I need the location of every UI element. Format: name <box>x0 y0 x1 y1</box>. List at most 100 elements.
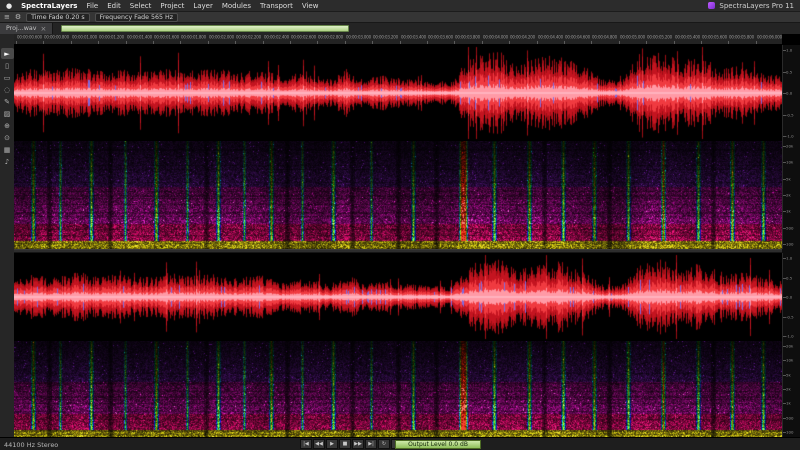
waveform-scale[interactable]: 1.00.50.0-0.5-1.0 <box>782 45 800 141</box>
project-tab[interactable]: Proj...wav × <box>0 23 53 35</box>
ruler-label: 00:00:02.400 <box>264 35 289 40</box>
window-title-text: SpectraLayers Pro 11 <box>719 2 794 10</box>
ruler-label: 00:00:04.000 <box>483 35 508 40</box>
sample-rate-text: 44100 Hz Stereo <box>4 441 58 449</box>
spectralayers-window: ● SpectraLayers File Edit Select Project Lay… <box>0 0 800 450</box>
eraser-tool-icon[interactable]: ▨ <box>1 108 14 119</box>
menu-select[interactable]: Select <box>130 2 152 10</box>
ruler-label: 00:00:05.800 <box>729 35 754 40</box>
frequency-selection-tool-icon[interactable]: ▭ <box>1 72 14 83</box>
scale-label: 0.0 <box>786 295 792 300</box>
time-fade-field[interactable]: Time Fade 0.20 s <box>26 13 90 22</box>
scale-label: 10k <box>786 161 793 166</box>
ruler-tick <box>180 41 181 44</box>
menu-file[interactable]: File <box>86 2 98 10</box>
fast-forward-button[interactable]: ▶▶ <box>352 439 364 449</box>
go-to-end-button[interactable]: ▶| <box>365 439 377 449</box>
stop-button[interactable]: ■ <box>339 439 351 449</box>
scale-label: 0.0 <box>786 91 792 96</box>
scale-label: 5k <box>786 373 791 378</box>
output-level-text: Output Level 0.0 dB <box>408 441 468 448</box>
ruler-label: 00:00:05.200 <box>647 35 672 40</box>
ruler-label: 00:00:03.400 <box>401 35 426 40</box>
waveform-display-channel-2[interactable] <box>14 253 782 341</box>
brush-tool-icon[interactable]: ✎ <box>1 96 14 107</box>
scale-label: -0.5 <box>786 315 794 320</box>
ruler-tick <box>290 41 291 44</box>
ruler-tick <box>16 41 17 44</box>
close-tab-icon[interactable]: × <box>40 25 46 33</box>
ruler-label: 00:00:04.200 <box>510 35 535 40</box>
ruler-tick <box>564 41 565 44</box>
scale-label: 1k <box>786 210 791 215</box>
ruler-label: 00:00:04.800 <box>592 35 617 40</box>
time-selection-tool-icon[interactable]: ▯ <box>1 60 14 71</box>
scale-label: 1k <box>786 402 791 407</box>
ruler-tick <box>427 41 428 44</box>
ruler-tick <box>126 41 127 44</box>
waveform-display-channel-1[interactable] <box>14 45 782 141</box>
scale-label: -0.5 <box>786 113 794 118</box>
ruler-tick <box>756 41 757 44</box>
transform-tool-icon[interactable]: ► <box>1 48 14 59</box>
time-ruler[interactable]: 00:00:00.60000:00:00.80000:00:01.00000:0… <box>14 34 782 45</box>
hamburger-menu-icon[interactable]: ≡ <box>4 13 10 21</box>
ruler-tick <box>454 41 455 44</box>
zoom-tool-icon[interactable]: ⊙ <box>1 132 14 143</box>
level-meter-bar <box>61 25 349 32</box>
waveform-scale[interactable]: 1.00.50.0-0.5-1.0 <box>782 253 800 341</box>
scale-label: -1.0 <box>786 334 794 339</box>
menu-modules[interactable]: Modules <box>222 2 251 10</box>
scale-label: -1.0 <box>786 134 794 139</box>
menu-edit[interactable]: Edit <box>107 2 121 10</box>
ruler-tick <box>646 41 647 44</box>
ruler-label: 00:00:04.400 <box>538 35 563 40</box>
spectrogram-scale[interactable]: 20k10k5k2k1k500100 <box>782 341 800 437</box>
pan-tool-icon[interactable]: ▦ <box>1 144 14 155</box>
scale-label: 5k <box>786 177 791 182</box>
menu-transport[interactable]: Transport <box>260 2 293 10</box>
ruler-label: 00:00:03.600 <box>428 35 453 40</box>
scale-label: 500 <box>786 226 793 231</box>
scale-label: 2k <box>786 387 791 392</box>
ruler-label: 00:00:00.600 <box>17 35 42 40</box>
menu-app-name[interactable]: SpectraLayers <box>21 2 77 10</box>
scale-label: 500 <box>786 416 793 421</box>
ruler-tick <box>509 41 510 44</box>
clone-stamp-tool-icon[interactable]: ⊕ <box>1 120 14 131</box>
app-icon <box>708 2 715 9</box>
menu-project[interactable]: Project <box>160 2 184 10</box>
ruler-label: 00:00:01.200 <box>99 35 124 40</box>
playback-tool-icon[interactable]: ♪ <box>1 156 14 167</box>
macos-menu-bar: ● SpectraLayers File Edit Select Project Lay… <box>0 0 800 11</box>
ruler-tick <box>153 41 154 44</box>
spectrogram-display-channel-2[interactable] <box>14 341 782 437</box>
go-to-start-button[interactable]: |◀ <box>300 439 312 449</box>
spectrogram-scale[interactable]: 20k10k5k2k1k500100 <box>782 141 800 249</box>
ruler-tick <box>71 41 72 44</box>
output-level-meter: Output Level 0.0 dB <box>395 440 481 449</box>
ruler-label: 00:00:03.200 <box>373 35 398 40</box>
rewind-button[interactable]: ◀◀ <box>313 439 325 449</box>
ruler-label: 00:00:00.800 <box>44 35 69 40</box>
ruler-label: 00:00:05.600 <box>702 35 727 40</box>
lasso-selection-tool-icon[interactable]: ◌ <box>1 84 14 95</box>
frequency-fade-field[interactable]: Frequency Fade 565 Hz <box>95 13 178 22</box>
ruler-tick <box>345 41 346 44</box>
menu-layer[interactable]: Layer <box>193 2 213 10</box>
apple-menu-icon[interactable]: ● <box>6 2 12 10</box>
ruler-tick <box>208 41 209 44</box>
window-title: SpectraLayers Pro 11 <box>708 2 794 10</box>
ruler-tick <box>728 41 729 44</box>
gear-icon[interactable]: ⚙ <box>15 13 21 21</box>
spectrogram-display-channel-1[interactable] <box>14 141 782 249</box>
play-button[interactable]: ▶ <box>326 439 338 449</box>
scale-label: 1.0 <box>786 256 792 261</box>
top-toolbar: ≡ ⚙ Time Fade 0.20 s Frequency Fade 565 … <box>0 11 800 22</box>
menu-view[interactable]: View <box>302 2 319 10</box>
ruler-tick <box>591 41 592 44</box>
loop-button[interactable]: ↻ <box>378 439 390 449</box>
menu-items: File Edit Select Project Layer Modules Transpo… <box>86 2 318 10</box>
ruler-label: 00:00:03.000 <box>346 35 371 40</box>
ruler-tick <box>263 41 264 44</box>
